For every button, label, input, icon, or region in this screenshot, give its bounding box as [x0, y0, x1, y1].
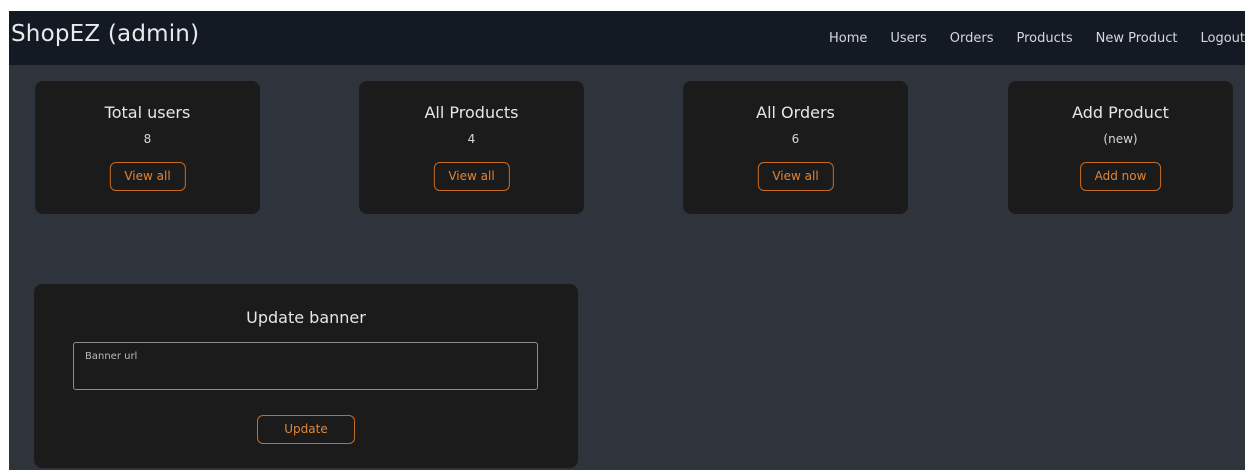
card-value: 4: [467, 132, 476, 146]
total-users-card: Total users 8 View all: [35, 81, 260, 214]
card-title: All Products: [424, 103, 519, 122]
card-title: Total users: [104, 103, 191, 122]
card-title: Add Product: [1072, 103, 1169, 122]
all-products-card: All Products 4 View all: [359, 81, 584, 214]
brand-title[interactable]: ShopEZ (admin): [11, 21, 199, 47]
card-title: All Orders: [756, 103, 835, 122]
nav-links: Home Users Orders Products New Product L…: [829, 11, 1245, 65]
banner-title: Update banner: [246, 308, 366, 327]
nav-link-users[interactable]: Users: [890, 31, 926, 46]
update-banner-card: Update banner Banner url Update: [34, 284, 578, 468]
navbar: ShopEZ (admin) Home Users Orders Product…: [9, 11, 1245, 65]
nav-link-logout[interactable]: Logout: [1200, 31, 1245, 46]
view-all-users-button[interactable]: View all: [109, 162, 186, 191]
nav-link-orders[interactable]: Orders: [950, 31, 994, 46]
update-banner-button[interactable]: Update: [257, 415, 355, 444]
admin-dashboard: ShopEZ (admin) Home Users Orders Product…: [9, 11, 1245, 470]
card-value: (new): [1103, 132, 1138, 146]
view-all-products-button[interactable]: View all: [433, 162, 510, 191]
all-orders-card: All Orders 6 View all: [683, 81, 908, 214]
nav-link-products[interactable]: Products: [1016, 31, 1072, 46]
nav-link-new-product[interactable]: New Product: [1096, 31, 1178, 46]
add-now-button[interactable]: Add now: [1079, 162, 1162, 191]
nav-link-home[interactable]: Home: [829, 31, 867, 46]
card-value: 8: [143, 132, 152, 146]
banner-url-input[interactable]: [73, 342, 538, 390]
view-all-orders-button[interactable]: View all: [757, 162, 834, 191]
add-product-card: Add Product (new) Add now: [1008, 81, 1233, 214]
card-value: 6: [791, 132, 800, 146]
